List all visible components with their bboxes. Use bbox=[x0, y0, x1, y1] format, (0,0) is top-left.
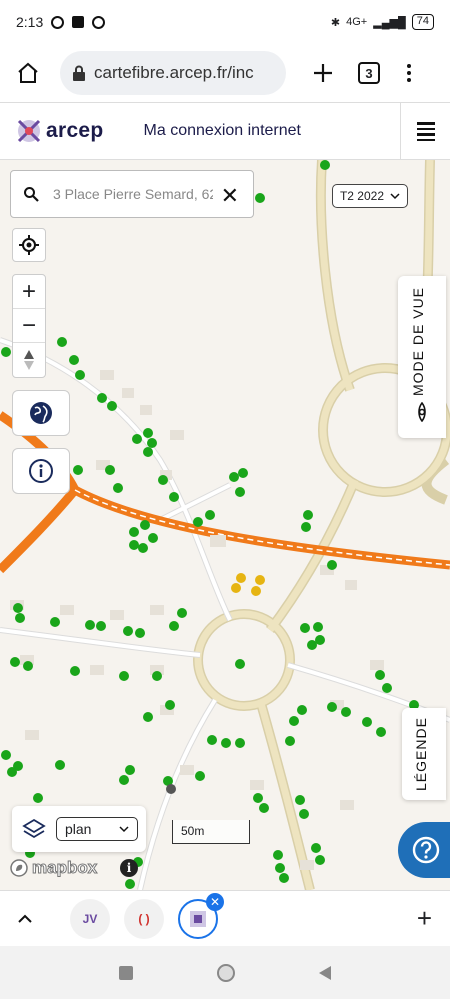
facebook-icon bbox=[92, 15, 106, 29]
page-title: Ma connexion internet bbox=[143, 122, 301, 139]
menu-line-icon bbox=[416, 138, 435, 141]
alarm-icon bbox=[51, 15, 65, 29]
primary-road-centerline bbox=[74, 489, 450, 566]
arcep-logo[interactable]: arcep bbox=[16, 118, 104, 144]
layers-icon bbox=[22, 818, 46, 839]
mapbox-icon bbox=[10, 859, 28, 877]
arcep-favicon-icon bbox=[190, 910, 206, 927]
plus-icon bbox=[314, 64, 332, 82]
address-bar[interactable]: cartefibre.arcep.fr/inc bbox=[60, 51, 286, 95]
menu-line-icon bbox=[416, 133, 435, 136]
menu-line-icon bbox=[416, 127, 435, 130]
back-button[interactable] bbox=[319, 965, 331, 980]
compass-icon bbox=[24, 350, 34, 370]
chevron-down-icon bbox=[119, 825, 129, 832]
view-mode-tab[interactable]: MODE DE VUE bbox=[398, 276, 446, 438]
home-nav-button[interactable] bbox=[217, 963, 235, 982]
tab-switcher-button[interactable]: 3 bbox=[358, 62, 380, 84]
search-input[interactable] bbox=[53, 186, 213, 202]
help-button[interactable] bbox=[398, 822, 450, 878]
period-value: T2 2022 bbox=[339, 189, 385, 203]
mapbox-logo[interactable]: mapbox bbox=[10, 858, 98, 878]
view-mode-label: MODE DE VUE bbox=[410, 286, 426, 396]
info-icon bbox=[29, 459, 53, 483]
fibre-unavailable-point bbox=[166, 784, 176, 794]
chevron-down-icon bbox=[390, 192, 400, 199]
eye-icon bbox=[418, 402, 426, 422]
close-tab-button[interactable]: ✕ bbox=[206, 892, 224, 911]
dot-icon bbox=[407, 78, 411, 82]
basemap-panel: plan bbox=[12, 806, 146, 852]
status-time: 2:13 bbox=[16, 14, 44, 30]
home-icon bbox=[18, 62, 38, 83]
system-navigation-bar bbox=[0, 946, 450, 999]
compass-button[interactable] bbox=[13, 343, 45, 377]
menu-line-icon bbox=[416, 122, 435, 125]
browser-toolbar: cartefibre.arcep.fr/inc 3 bbox=[0, 44, 450, 102]
tab-thumbnail-1[interactable]: JV bbox=[70, 898, 110, 939]
signal-icon: ▂▄▆█ bbox=[373, 16, 406, 29]
battery-indicator: 74 bbox=[411, 14, 434, 30]
tab-strip: JV ( ) ✕ + bbox=[0, 890, 450, 946]
legend-label: LÉGENDE bbox=[413, 717, 429, 791]
zoom-controls: + − bbox=[12, 274, 46, 378]
period-select[interactable]: T2 2022 bbox=[332, 184, 408, 208]
mapbox-text: mapbox bbox=[31, 858, 98, 878]
geolocate-button[interactable] bbox=[12, 228, 46, 262]
chevron-up-icon bbox=[18, 914, 32, 923]
new-tab-plus-button[interactable]: + bbox=[417, 903, 432, 934]
lock-icon bbox=[73, 65, 85, 81]
zoom-in-button[interactable]: + bbox=[13, 275, 45, 309]
legend-tab[interactable]: LÉGENDE bbox=[402, 708, 446, 800]
recents-button[interactable] bbox=[119, 965, 133, 980]
globe-view-button[interactable] bbox=[12, 390, 70, 436]
attribution-info-button[interactable]: i bbox=[120, 859, 138, 877]
question-icon bbox=[412, 836, 440, 864]
tab-thumbnail-2[interactable]: ( ) bbox=[124, 898, 164, 939]
scale-bar: 50m bbox=[172, 820, 250, 844]
app-notification-icon bbox=[72, 16, 85, 28]
url-text: cartefibre.arcep.fr/inc bbox=[94, 63, 254, 82]
home-button[interactable] bbox=[10, 55, 46, 91]
globe-icon bbox=[30, 402, 52, 424]
app-header: arcep Ma connexion internet bbox=[0, 102, 450, 160]
tab-strip-toggle[interactable] bbox=[18, 908, 42, 929]
scale-label: 50m bbox=[181, 824, 205, 838]
map-canvas[interactable] bbox=[0, 160, 450, 890]
clear-search-button[interactable]: ✕ bbox=[221, 183, 239, 209]
status-bar: 2:13 ✱ 4G+ ▂▄▆█ 74 bbox=[0, 0, 450, 44]
map-layer bbox=[0, 160, 450, 890]
locate-icon bbox=[19, 235, 39, 255]
info-button[interactable] bbox=[12, 448, 70, 494]
main-menu-button[interactable] bbox=[400, 103, 450, 160]
address-search[interactable]: ✕ bbox=[10, 170, 254, 218]
basemap-value: plan bbox=[65, 821, 92, 837]
fibre-eligible-points bbox=[1, 160, 419, 889]
arcep-logo-icon bbox=[17, 119, 41, 143]
search-icon bbox=[24, 187, 39, 202]
new-tab-button[interactable] bbox=[308, 55, 338, 91]
network-type: 4G+ bbox=[346, 16, 368, 28]
bluetooth-icon: ✱ bbox=[330, 16, 341, 29]
logo-text: arcep bbox=[46, 119, 104, 142]
dot-icon bbox=[407, 71, 411, 75]
tab-thumbnail-active[interactable]: ✕ bbox=[178, 892, 224, 939]
basemap-select[interactable]: plan bbox=[56, 817, 138, 841]
fibre-planned-points bbox=[231, 573, 265, 596]
browser-menu-button[interactable] bbox=[404, 55, 414, 91]
zoom-out-button[interactable]: − bbox=[13, 309, 45, 343]
dot-icon bbox=[407, 64, 411, 68]
